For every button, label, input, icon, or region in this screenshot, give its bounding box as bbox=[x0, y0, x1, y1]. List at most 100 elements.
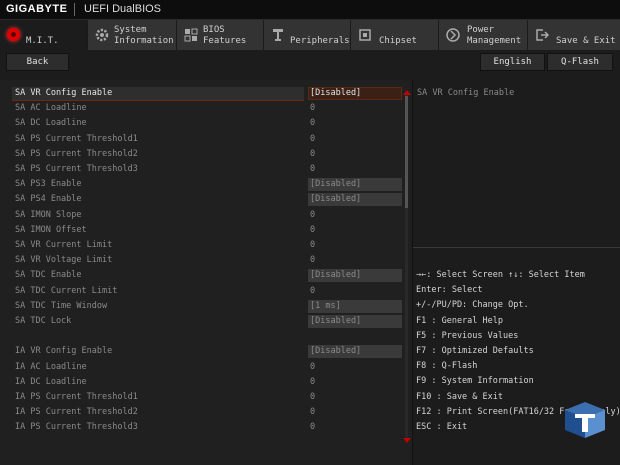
setting-row[interactable]: SA AC Loadline 0 bbox=[0, 101, 412, 116]
setting-value: 0 bbox=[310, 361, 316, 372]
tab-label: Peripherals bbox=[290, 36, 350, 46]
setting-name: SA IMON Slope bbox=[15, 209, 82, 220]
title-divider bbox=[74, 3, 75, 16]
setting-name: SA TDC Enable bbox=[15, 270, 82, 281]
setting-row[interactable]: IA PS Current Threshold2 0 bbox=[0, 405, 412, 420]
bios-icon bbox=[184, 28, 198, 42]
setting-name: IA PS Current Threshold3 bbox=[15, 422, 138, 433]
setting-value: 0 bbox=[310, 209, 316, 220]
help-panel bbox=[413, 80, 620, 245]
tab-system-information[interactable]: System Information bbox=[88, 20, 177, 50]
setting-name: SA VR Config Enable bbox=[15, 88, 113, 98]
setting-name: SA PS Current Threshold1 bbox=[15, 133, 138, 144]
gear-icon bbox=[95, 28, 109, 42]
key-hint: →←: Select Screen ↑↓: Select Item bbox=[416, 270, 585, 280]
setting-name: SA VR Voltage Limit bbox=[15, 255, 113, 266]
help-title: SA VR Config Enable bbox=[417, 88, 515, 98]
tab-power-management[interactable]: Power Management bbox=[439, 20, 528, 50]
setting-row[interactable]: SA VR Config Enable [Disabled] bbox=[0, 86, 412, 101]
setting-name: SA AC Loadline bbox=[15, 103, 87, 114]
key-hint: +/-/PU/PD: Change Opt. bbox=[416, 300, 529, 311]
setting-name: IA VR Config Enable bbox=[15, 346, 113, 357]
exit-icon bbox=[536, 29, 550, 41]
toolbar: Back English Q-Flash bbox=[0, 50, 620, 74]
setting-name: SA PS Current Threshold3 bbox=[15, 164, 138, 174]
main-nav: M.I.T. System Information BIOS Features … bbox=[0, 20, 620, 50]
setting-row[interactable]: SA PS Current Threshold1 0 bbox=[0, 132, 412, 147]
setting-value: 0 bbox=[310, 240, 316, 250]
qflash-button[interactable]: Q-Flash bbox=[547, 53, 613, 71]
setting-value: [Disabled] bbox=[310, 179, 362, 190]
setting-row[interactable]: IA PS Current Threshold3 0 bbox=[0, 420, 412, 435]
setting-row[interactable]: SA TDC Current Limit 0 bbox=[0, 284, 412, 299]
setting-row[interactable]: SA PS4 Enable [Disabled] bbox=[0, 192, 412, 207]
setting-value: 0 bbox=[310, 255, 316, 266]
tab-label: BIOS Features bbox=[203, 25, 247, 46]
setting-row[interactable]: SA IMON Slope 0 bbox=[0, 208, 412, 223]
setting-row[interactable]: SA TDC Time Window [1 ms] bbox=[0, 299, 412, 314]
setting-value: 0 bbox=[310, 148, 316, 159]
setting-value: 0 bbox=[310, 224, 316, 235]
peripherals-icon bbox=[273, 29, 283, 41]
tab-save-exit[interactable]: Save & Exit bbox=[528, 20, 620, 50]
setting-value: [Disabled] bbox=[310, 194, 362, 205]
setting-row[interactable]: SA PS Current Threshold3 0 bbox=[0, 162, 412, 177]
tab-label: System Information bbox=[114, 25, 174, 46]
language-button[interactable]: English bbox=[480, 53, 545, 71]
back-button[interactable]: Back bbox=[6, 53, 69, 71]
mit-icon bbox=[7, 28, 20, 41]
setting-row[interactable]: SA PS Current Threshold2 0 bbox=[0, 147, 412, 162]
setting-row[interactable]: SA TDC Lock [Disabled] bbox=[0, 314, 412, 329]
setting-row bbox=[0, 329, 412, 344]
tab-label: Save & Exit bbox=[556, 36, 616, 46]
setting-name: SA TDC Current Limit bbox=[15, 285, 118, 296]
setting-row[interactable]: IA VR Config Enable [Disabled] bbox=[0, 344, 412, 359]
setting-row[interactable]: SA IMON Offset 0 bbox=[0, 223, 412, 238]
setting-value: 0 bbox=[310, 103, 316, 114]
setting-row[interactable]: SA PS3 Enable [Disabled] bbox=[0, 177, 412, 192]
setting-value: [1 ms] bbox=[310, 300, 341, 311]
setting-value: 0 bbox=[310, 422, 316, 433]
setting-row[interactable]: SA DC Loadline 0 bbox=[0, 116, 412, 131]
setting-name: SA VR Current Limit bbox=[15, 240, 113, 250]
tab-mit[interactable]: M.I.T. bbox=[0, 20, 88, 50]
setting-name: IA PS Current Threshold1 bbox=[15, 392, 138, 402]
scroll-up-arrow-icon[interactable] bbox=[403, 90, 411, 95]
brand-logo: GIGABYTE bbox=[6, 3, 68, 15]
tab-label: Chipset bbox=[379, 36, 417, 46]
key-hint: F1 : General Help bbox=[416, 315, 503, 326]
tab-bios-features[interactable]: BIOS Features bbox=[177, 20, 264, 50]
scrollbar-thumb[interactable] bbox=[405, 96, 408, 208]
scroll-down-arrow-icon[interactable] bbox=[403, 438, 411, 443]
setting-name: IA AC Loadline bbox=[15, 361, 87, 372]
key-hint: F8 : Q-Flash bbox=[416, 361, 478, 372]
help-divider bbox=[413, 247, 620, 248]
setting-value: 0 bbox=[310, 392, 316, 402]
setting-value: 0 bbox=[310, 133, 316, 144]
setting-value: 0 bbox=[310, 118, 316, 129]
setting-name: SA PS3 Enable bbox=[15, 179, 82, 190]
watermark-logo-icon bbox=[565, 402, 605, 438]
setting-row[interactable]: IA AC Loadline 0 bbox=[0, 360, 412, 375]
tab-chipset[interactable]: Chipset bbox=[351, 20, 439, 50]
setting-name: SA DC Loadline bbox=[15, 118, 87, 129]
setting-row[interactable]: IA PS Current Threshold1 0 bbox=[0, 390, 412, 405]
setting-name: SA PS Current Threshold2 bbox=[15, 148, 138, 159]
setting-row[interactable]: SA VR Current Limit 0 bbox=[0, 238, 412, 253]
setting-value: 0 bbox=[310, 285, 316, 296]
setting-name: IA DC Loadline bbox=[15, 376, 87, 387]
setting-row[interactable]: SA VR Voltage Limit 0 bbox=[0, 253, 412, 268]
key-hint: F9 : System Information bbox=[416, 376, 534, 387]
tab-label: M.I.T. bbox=[26, 36, 59, 46]
power-icon bbox=[446, 28, 460, 42]
key-hint: F5 : Previous Values bbox=[416, 330, 519, 341]
setting-value: 0 bbox=[310, 164, 316, 174]
setting-row[interactable]: SA TDC Enable [Disabled] bbox=[0, 268, 412, 283]
setting-name: SA TDC Lock bbox=[15, 316, 72, 326]
setting-row[interactable]: IA DC Loadline 0 bbox=[0, 375, 412, 390]
setting-value: [Disabled] bbox=[310, 270, 362, 281]
setting-name: IA PS Current Threshold2 bbox=[15, 407, 138, 418]
tab-peripherals[interactable]: Peripherals bbox=[264, 20, 351, 50]
setting-value: [Disabled] bbox=[310, 346, 362, 357]
product-title: UEFI DualBIOS bbox=[84, 3, 162, 15]
